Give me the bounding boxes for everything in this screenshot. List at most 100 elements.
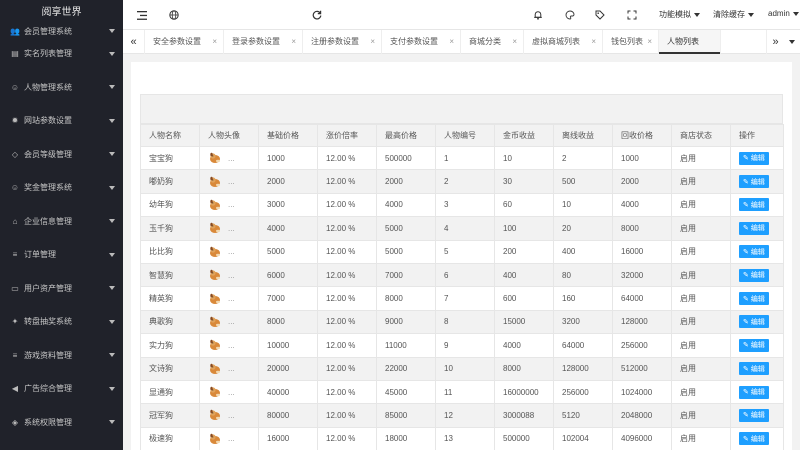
sidebar-item[interactable]: ▤ 实名列表管理 [0, 37, 123, 71]
pencil-icon: ✎ [743, 389, 749, 397]
table-row[interactable]: 宝宝狗... 1000 12.00 % 500000 1 10 2 1000 启用 ✎ 编辑 [140, 145, 784, 171]
avatar-ellipsis: ... [228, 317, 235, 327]
edit-button-label: 编辑 [750, 248, 765, 256]
table-cell: 5 [435, 239, 495, 264]
table-row[interactable]: 典歌狗... 8000 12.00 % 9000 8 15000 3200 128000 启用 ✎… [140, 309, 784, 335]
table-cell: 85000 [376, 403, 436, 428]
sidebar-item[interactable]: ☺ 奖金管理系统 [0, 171, 123, 205]
sidebar-item[interactable]: ◀ 广告综合管理 [0, 372, 123, 406]
tab[interactable]: 人物列表 [659, 30, 721, 54]
edit-button[interactable]: ✎ 编辑 [739, 292, 769, 306]
tabs-scroll-left-icon[interactable]: « [123, 30, 145, 54]
table-cell: 冠军狗 [140, 403, 200, 428]
clear-cache-dropdown[interactable]: 清除缓存 [713, 9, 754, 20]
tab-label: 注册参数设置 [311, 37, 359, 46]
tag-icon[interactable] [593, 8, 607, 22]
palette-icon[interactable] [563, 8, 577, 22]
tabs-scroll-right-icon[interactable]: » [766, 30, 784, 54]
sidebar-item[interactable]: ✦ 转盘抽奖系统 [0, 305, 123, 339]
table-cell: 12 [435, 403, 495, 428]
pencil-icon: ✎ [743, 318, 749, 326]
menu-icon: ≡ [12, 350, 18, 360]
close-icon[interactable]: × [212, 30, 217, 54]
edit-button[interactable]: ✎ 编辑 [739, 315, 769, 329]
table-row[interactable]: 智慧狗... 6000 12.00 % 7000 6 400 80 32000 启用 ✎ 编辑 [140, 262, 784, 288]
edit-button[interactable]: ✎ 编辑 [739, 221, 769, 235]
dog-avatar-icon [208, 222, 222, 234]
tab[interactable]: 钱包列表 × [603, 30, 659, 54]
table-cell: 80 [553, 262, 613, 288]
fullscreen-icon[interactable] [625, 8, 639, 22]
sidebar-item[interactable]: ☺ 人物管理系统 [0, 71, 123, 105]
close-icon[interactable]: × [291, 30, 296, 54]
table-row[interactable]: 文诗狗... 20000 12.00 % 22000 10 8000 128000 51200… [140, 356, 784, 381]
refresh-icon[interactable] [310, 8, 324, 22]
sidebar-item[interactable]: ◈ 系统权限管理 [0, 406, 123, 440]
close-icon[interactable]: × [449, 30, 454, 54]
edit-button[interactable]: ✎ 编辑 [739, 408, 769, 422]
table-row[interactable]: 显通狗... 40000 12.00 % 45000 11 16000000 256000 1… [140, 379, 784, 405]
avatar-ellipsis: ... [228, 200, 235, 210]
table-row[interactable]: 精英狗... 7000 12.00 % 8000 7 600 160 64000 启用 ✎ 编辑 [140, 286, 784, 311]
table-row[interactable]: 幼年狗... 3000 12.00 % 4000 3 60 10 4000 启用 ✎ 编辑 [140, 192, 784, 218]
sidebar-item-label: 人物管理系统 [24, 82, 72, 92]
user-dropdown[interactable]: admin [768, 9, 799, 18]
edit-button[interactable]: ✎ 编辑 [739, 338, 769, 352]
table-cell: 典歌狗 [140, 309, 200, 335]
table-cell: 400 [553, 239, 613, 264]
close-icon[interactable]: × [591, 30, 596, 54]
edit-button-label: 编辑 [750, 365, 765, 373]
sidebar-item[interactable]: ≡ 订单管理 [0, 238, 123, 272]
table-cell: 2 [435, 169, 495, 194]
sidebar-item[interactable]: ▭ 用户资产管理 [0, 272, 123, 306]
building-icon: ⌂ [12, 216, 18, 226]
table-row[interactable]: 极速狗... 16000 12.00 % 18000 13 500000 102004 409… [140, 426, 784, 450]
edit-button[interactable]: ✎ 编辑 [739, 175, 769, 189]
tab[interactable]: 登录参数设置 × [224, 30, 303, 54]
table-cell: 500000 [376, 145, 436, 171]
avatar-cell: ... [199, 286, 259, 311]
sidebar-item[interactable]: ◇ 会员等级管理 [0, 138, 123, 172]
close-icon[interactable]: × [370, 30, 375, 54]
sidebar-item[interactable]: 👥 会员管理系统 [0, 25, 123, 37]
menu-toggle-icon[interactable] [135, 8, 149, 22]
action-cell: ✎ 编辑 [730, 239, 784, 264]
top-header: 功能模拟 清除缓存 admin [123, 0, 800, 30]
table-cell: 2000 [258, 169, 318, 194]
tab[interactable]: 安全参数设置 × [145, 30, 224, 54]
avatar-cell: ... [199, 239, 259, 264]
tab[interactable]: 注册参数设置 × [303, 30, 382, 54]
mode-dropdown[interactable]: 功能模拟 [659, 9, 700, 20]
table-row[interactable]: 嘟奶狗... 2000 12.00 % 2000 2 30 500 2000 启用 ✎ 编辑 [140, 169, 784, 194]
table-cell: 4096000 [612, 426, 672, 450]
table-cell: 64000 [553, 333, 613, 358]
tab-label: 商城分类 [469, 37, 501, 46]
sidebar-item[interactable]: ⌂ 企业信息管理 [0, 205, 123, 239]
table-row[interactable]: 玉千狗... 4000 12.00 % 5000 4 100 20 8000 启用 ✎ 编辑 [140, 216, 784, 241]
edit-button[interactable]: ✎ 编辑 [739, 198, 769, 212]
tab[interactable]: 虚拟商城列表 × [524, 30, 603, 54]
edit-button[interactable]: ✎ 编辑 [739, 385, 769, 399]
edit-button[interactable]: ✎ 编辑 [739, 151, 769, 165]
table-cell: 精英狗 [140, 286, 200, 311]
table-row[interactable]: 冠军狗... 80000 12.00 % 85000 12 3000088 5120 2048… [140, 403, 784, 428]
tab[interactable]: 商城分类 × [461, 30, 524, 54]
table-cell: 2000 [376, 169, 436, 194]
table-row[interactable]: 实力狗... 10000 12.00 % 11000 9 4000 64000 256000 启… [140, 333, 784, 358]
globe-icon[interactable] [167, 8, 181, 22]
tab[interactable]: 支付参数设置 × [382, 30, 461, 54]
table-header-row: 人物名称 人物头像 基础价格 涨价倍率 最高价格 人物编号 金币收益 离线收益 回收价格 商店状态… [140, 124, 784, 147]
sidebar-item[interactable]: ✹ 网站参数设置 [0, 104, 123, 138]
edit-button[interactable]: ✎ 编辑 [739, 245, 769, 259]
table-cell: 5000 [258, 239, 318, 264]
table-row[interactable]: 比比狗... 5000 12.00 % 5000 5 200 400 16000 启用 ✎ 编辑 [140, 239, 784, 264]
edit-button[interactable]: ✎ 编辑 [739, 362, 769, 376]
close-icon[interactable]: × [512, 30, 517, 54]
close-icon[interactable]: × [647, 30, 652, 54]
bell-icon[interactable] [531, 8, 545, 22]
sidebar-item[interactable]: ≡ 游戏资料管理 [0, 339, 123, 373]
edit-button[interactable]: ✎ 编辑 [739, 432, 769, 446]
tabs-more-icon[interactable] [784, 30, 800, 54]
chevron-down-icon [109, 219, 115, 224]
edit-button[interactable]: ✎ 编辑 [739, 268, 769, 282]
